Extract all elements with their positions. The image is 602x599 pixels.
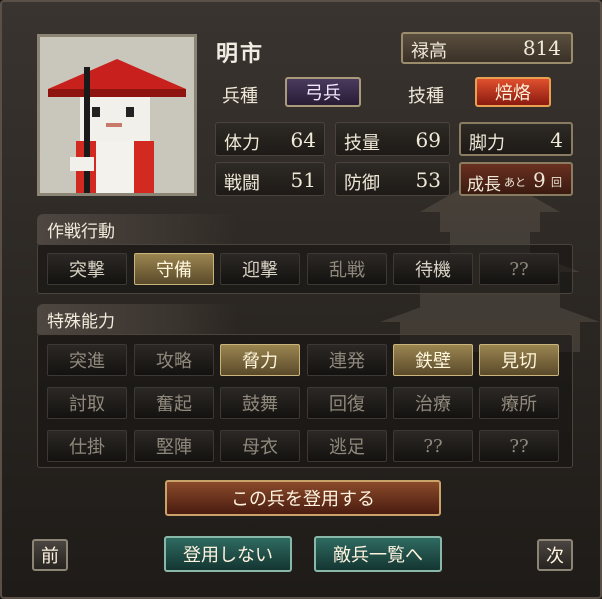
growth-prefix: あと: [504, 176, 526, 189]
growth-suffix: 回: [551, 176, 562, 189]
stat-combat-label: 戦闘: [224, 173, 260, 194]
ability-button[interactable]: 奮起: [134, 387, 214, 419]
ability-button[interactable]: 見切: [479, 344, 559, 376]
stat-combat-value: 51: [290, 168, 316, 192]
stat-speed: 脚力 4: [459, 122, 573, 156]
unit-portrait: [37, 34, 197, 196]
unit-type-badge: 弓兵: [285, 77, 361, 107]
ability-button[interactable]: 鉄壁: [393, 344, 473, 376]
stat-hp: 体力 64: [215, 122, 325, 156]
stat-defense: 防御 53: [335, 162, 450, 196]
ability-button[interactable]: 鼓舞: [220, 387, 300, 419]
ability-button[interactable]: 突進: [47, 344, 127, 376]
enemy-list-button[interactable]: 敵兵一覧へ: [314, 536, 442, 572]
abilities-header: 特殊能力: [37, 304, 237, 334]
salary-panel: 禄高 814: [401, 32, 573, 64]
ability-button[interactable]: 療所: [479, 387, 559, 419]
ability-button[interactable]: ??: [393, 430, 473, 462]
skill-type-badge: 焙烙: [475, 77, 551, 107]
ability-button[interactable]: 回復: [307, 387, 387, 419]
stat-skill-value: 69: [415, 128, 441, 152]
unit-type-label: 兵種: [222, 86, 258, 107]
skill-type-label: 技種: [408, 86, 444, 107]
tactic-button[interactable]: 突撃: [47, 253, 127, 285]
decline-button[interactable]: 登用しない: [164, 536, 292, 572]
tactic-button[interactable]: ??: [479, 253, 559, 285]
ability-button[interactable]: ??: [479, 430, 559, 462]
tactic-button[interactable]: 守備: [134, 253, 214, 285]
tactic-button[interactable]: 迎撃: [220, 253, 300, 285]
stat-hp-label: 体力: [224, 133, 260, 154]
growth-value: 9: [533, 168, 546, 192]
archer-portrait-icon: [40, 37, 194, 193]
tactics-header: 作戦行動: [37, 214, 237, 244]
stat-skill: 技量 69: [335, 122, 450, 156]
ability-button[interactable]: 治療: [393, 387, 473, 419]
ability-button[interactable]: 連発: [307, 344, 387, 376]
stat-combat: 戦闘 51: [215, 162, 325, 196]
stat-defense-label: 防御: [344, 173, 380, 194]
ability-button[interactable]: 攻略: [134, 344, 214, 376]
growth-panel: 成長 あと 9 回: [459, 162, 573, 196]
recruit-button[interactable]: この兵を登用する: [165, 480, 441, 516]
stat-hp-value: 64: [290, 128, 316, 152]
ability-button[interactable]: 堅陣: [134, 430, 214, 462]
ability-button[interactable]: 討取: [47, 387, 127, 419]
stat-speed-label: 脚力: [469, 133, 505, 154]
salary-value: 814: [522, 36, 561, 60]
ability-button[interactable]: 母衣: [220, 430, 300, 462]
salary-label: 禄高: [411, 41, 447, 62]
stat-skill-label: 技量: [344, 133, 380, 154]
unit-name: 明市: [216, 41, 265, 67]
stat-speed-value: 4: [550, 128, 563, 152]
stat-defense-value: 53: [415, 168, 441, 192]
prev-button[interactable]: 前: [32, 539, 68, 571]
unit-detail-window: 明市 禄高 814 兵種 弓兵 技種 焙烙 体力 64 技量 69 脚力 4 戦…: [0, 0, 602, 599]
tactic-button[interactable]: 乱戦: [307, 253, 387, 285]
growth-label: 成長: [467, 175, 501, 195]
ability-button[interactable]: 仕掛: [47, 430, 127, 462]
tactic-button[interactable]: 待機: [393, 253, 473, 285]
ability-button[interactable]: 逃足: [307, 430, 387, 462]
next-button[interactable]: 次: [537, 539, 573, 571]
ability-button[interactable]: 脅力: [220, 344, 300, 376]
